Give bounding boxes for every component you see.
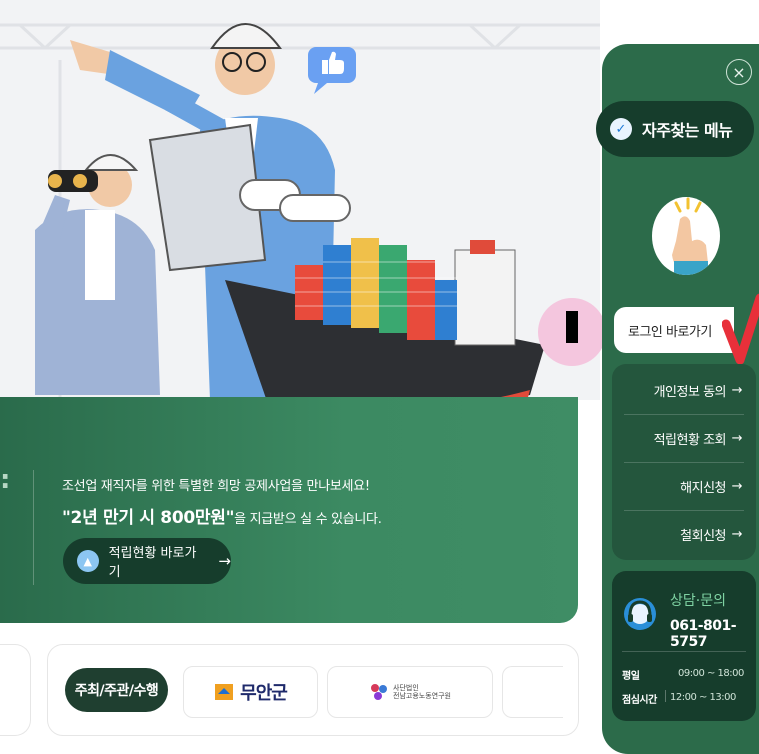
cursor-marker: [566, 311, 578, 343]
arrow-right-icon: →: [731, 430, 743, 446]
jeonnam-logo-text: 사단법인 전남고용노동연구원: [393, 684, 451, 701]
hero-illustration: [0, 23, 600, 421]
menu-item-privacy-consent[interactable]: 개인정보 동의 →: [612, 366, 756, 414]
arrow-right-icon: →: [731, 478, 743, 494]
banner-headline: 조선업 재직자를 위한 특별한 희망 공제사업을 만나보세요!: [62, 479, 370, 494]
muan-logo-icon: [215, 684, 234, 700]
weekday-hours: 09:00 ~ 18:00: [678, 668, 744, 679]
menu-item-label: 철회신청: [680, 528, 726, 544]
status-shortcut-label: 적립현황 바로가기: [108, 546, 197, 580]
muan-logo-text: 무안군: [240, 683, 288, 704]
lunch-label: 점심시간: [622, 695, 657, 706]
menu-item-label: 개인정보 동의: [653, 384, 727, 400]
lunch-hours: 12:00 ~ 13:00: [670, 692, 736, 703]
muan-logo-card[interactable]: 무안군: [183, 666, 318, 718]
jeonnam-logo-card[interactable]: 사단법인 전남고용노동연구원: [327, 666, 493, 718]
quote-mark: :: [0, 465, 11, 495]
menu-item-termination[interactable]: 해지신청 →: [612, 462, 756, 510]
jeonnam-logo-icon: [371, 684, 388, 700]
hours-divider: [665, 690, 666, 702]
banner-subline: "2년 만기 시 800만원"을 지급받으 실 수 있습니다.: [62, 503, 382, 528]
partner-label: 주최/주관/수행: [65, 668, 168, 712]
hand-pointer-icon: [652, 197, 720, 275]
contact-divider: [622, 651, 746, 652]
jeonnam-logo-name: 전남고용노동연구원: [393, 692, 451, 700]
arrow-right-icon: →: [218, 552, 231, 570]
arrow-right-icon: →: [731, 382, 743, 398]
menu-item-label: 적립현황 조회: [653, 432, 727, 448]
banner-subline-rest: 을 지급받으 실 수 있습니다.: [234, 512, 382, 527]
partner-strip-edge: [0, 644, 31, 736]
contact-phone: 061-801-5757: [670, 618, 737, 650]
arrow-right-icon: →: [731, 526, 743, 542]
thumbs-up-icon: ▲: [77, 550, 99, 572]
banner-highlight: "2년 만기 시 800만원": [62, 508, 235, 528]
banner-divider: [33, 470, 34, 585]
check-icon: ✓: [610, 118, 632, 140]
favorites-title: 자주찾는 메뉴: [642, 121, 733, 140]
thumbs-up-bubble-icon: [308, 47, 356, 94]
contact-title: 상담·문의: [670, 593, 726, 609]
jeonnam-logo-small: 사단법인: [393, 683, 419, 692]
menu-item-label: 해지신청: [680, 480, 726, 496]
red-checkmark-annotation: [722, 293, 759, 365]
login-shortcut-button[interactable]: 로그인 바로가기: [614, 307, 734, 353]
close-icon[interactable]: ×: [726, 59, 752, 85]
headset-icon: [624, 598, 656, 630]
weekday-label: 평일: [622, 671, 640, 682]
partner-logo-card-partial[interactable]: [502, 666, 563, 718]
favorites-header: ✓ 자주찾는 메뉴: [596, 101, 754, 157]
menu-item-withdrawal[interactable]: 철회신청 →: [612, 510, 756, 558]
worker-binoculars: [35, 154, 160, 395]
menu-item-savings-status[interactable]: 적립현황 조회 →: [612, 414, 756, 462]
status-shortcut-button[interactable]: ▲ 적립현황 바로가기 →: [63, 538, 231, 584]
